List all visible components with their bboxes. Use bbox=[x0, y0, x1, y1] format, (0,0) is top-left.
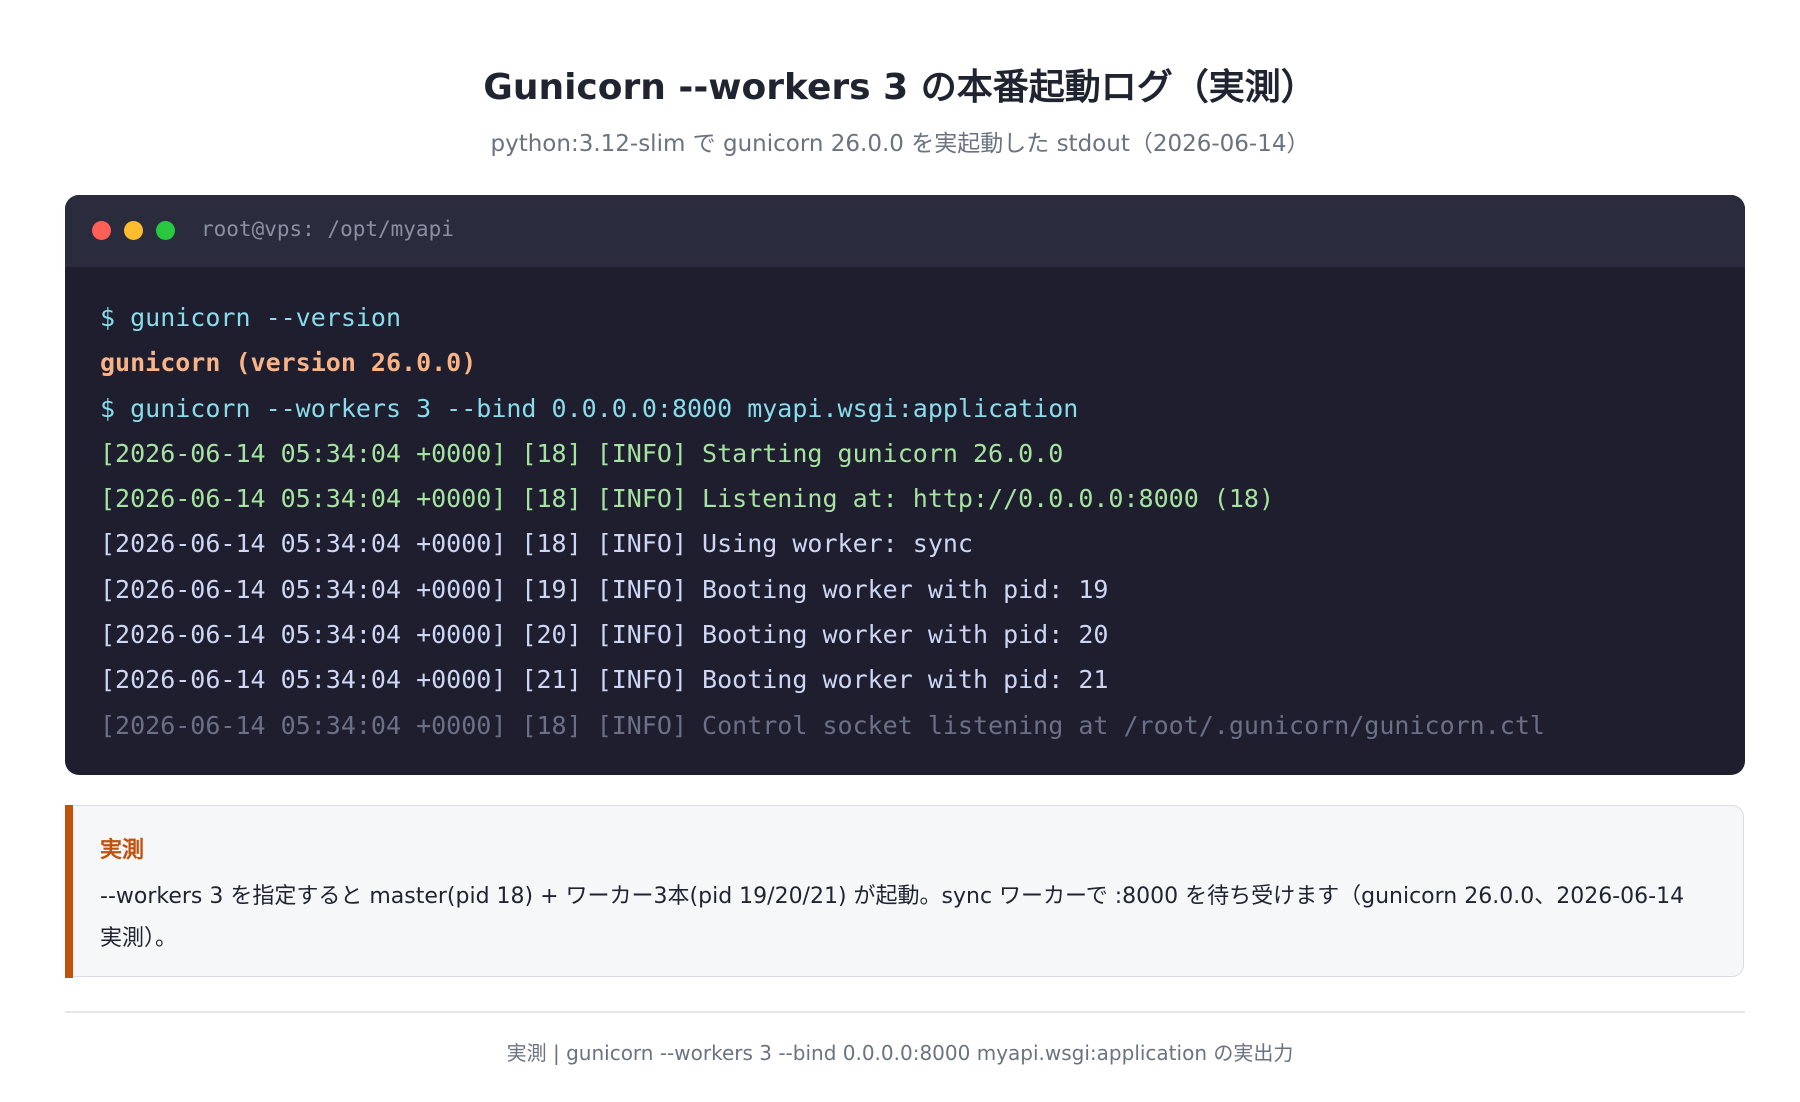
terminal-log-line: [2026-06-14 05:34:04 +0000] [19] [INFO] … bbox=[100, 574, 1109, 604]
page: Gunicorn --workers 3 の本番起動ログ（実測） python:… bbox=[0, 0, 1800, 1102]
terminal-command-line: $ gunicorn --version bbox=[100, 303, 402, 332]
terminal-command-line: $ gunicorn --workers 3 --bind 0.0.0.0:80… bbox=[100, 393, 1079, 423]
terminal-window: root@vps: /opt/myapi $ gunicorn --versio… bbox=[65, 195, 1745, 775]
footer-caption: 実測 | gunicorn --workers 3 --bind 0.0.0.0… bbox=[506, 1041, 1294, 1065]
note-callout: 実測 --workers 3 を指定すると master(pid 18) + ワ… bbox=[65, 804, 1744, 978]
callout-label: 実測 bbox=[100, 838, 145, 863]
terminal-version-output: gunicorn (version 26.0.0) bbox=[100, 348, 477, 378]
terminal-log-line: [2026-06-14 05:34:04 +0000] [21] [INFO] … bbox=[100, 665, 1109, 695]
maximize-window-icon[interactable] bbox=[156, 221, 175, 240]
close-window-icon[interactable] bbox=[92, 221, 111, 240]
terminal-log-line: [2026-06-14 05:34:04 +0000] [18] [INFO] … bbox=[100, 710, 1545, 740]
callout-accent-bar bbox=[65, 804, 73, 978]
page-subtitle: python:3.12-slim で gunicorn 26.0.0 を実起動し… bbox=[490, 131, 1310, 157]
minimize-window-icon[interactable] bbox=[124, 221, 143, 240]
terminal-log-line: [2026-06-14 05:34:04 +0000] [18] [INFO] … bbox=[100, 529, 973, 559]
callout-text: --workers 3 を指定すると master(pid 18) + ワーカー… bbox=[100, 884, 1685, 951]
terminal-output[interactable]: $ gunicorn --version gunicorn (version 2… bbox=[100, 295, 1725, 748]
footer-divider bbox=[65, 1011, 1745, 1013]
terminal-log-line: [2026-06-14 05:34:04 +0000] [18] [INFO] … bbox=[100, 438, 1064, 468]
page-title: Gunicorn --workers 3 の本番起動ログ（実測） bbox=[483, 67, 1317, 108]
terminal-log-line: [2026-06-14 05:34:04 +0000] [18] [INFO] … bbox=[100, 484, 1274, 514]
terminal-log-line: [2026-06-14 05:34:04 +0000] [20] [INFO] … bbox=[100, 620, 1109, 650]
terminal-titlebar: root@vps: /opt/myapi bbox=[65, 195, 1745, 267]
terminal-title: root@vps: /opt/myapi bbox=[201, 217, 454, 241]
